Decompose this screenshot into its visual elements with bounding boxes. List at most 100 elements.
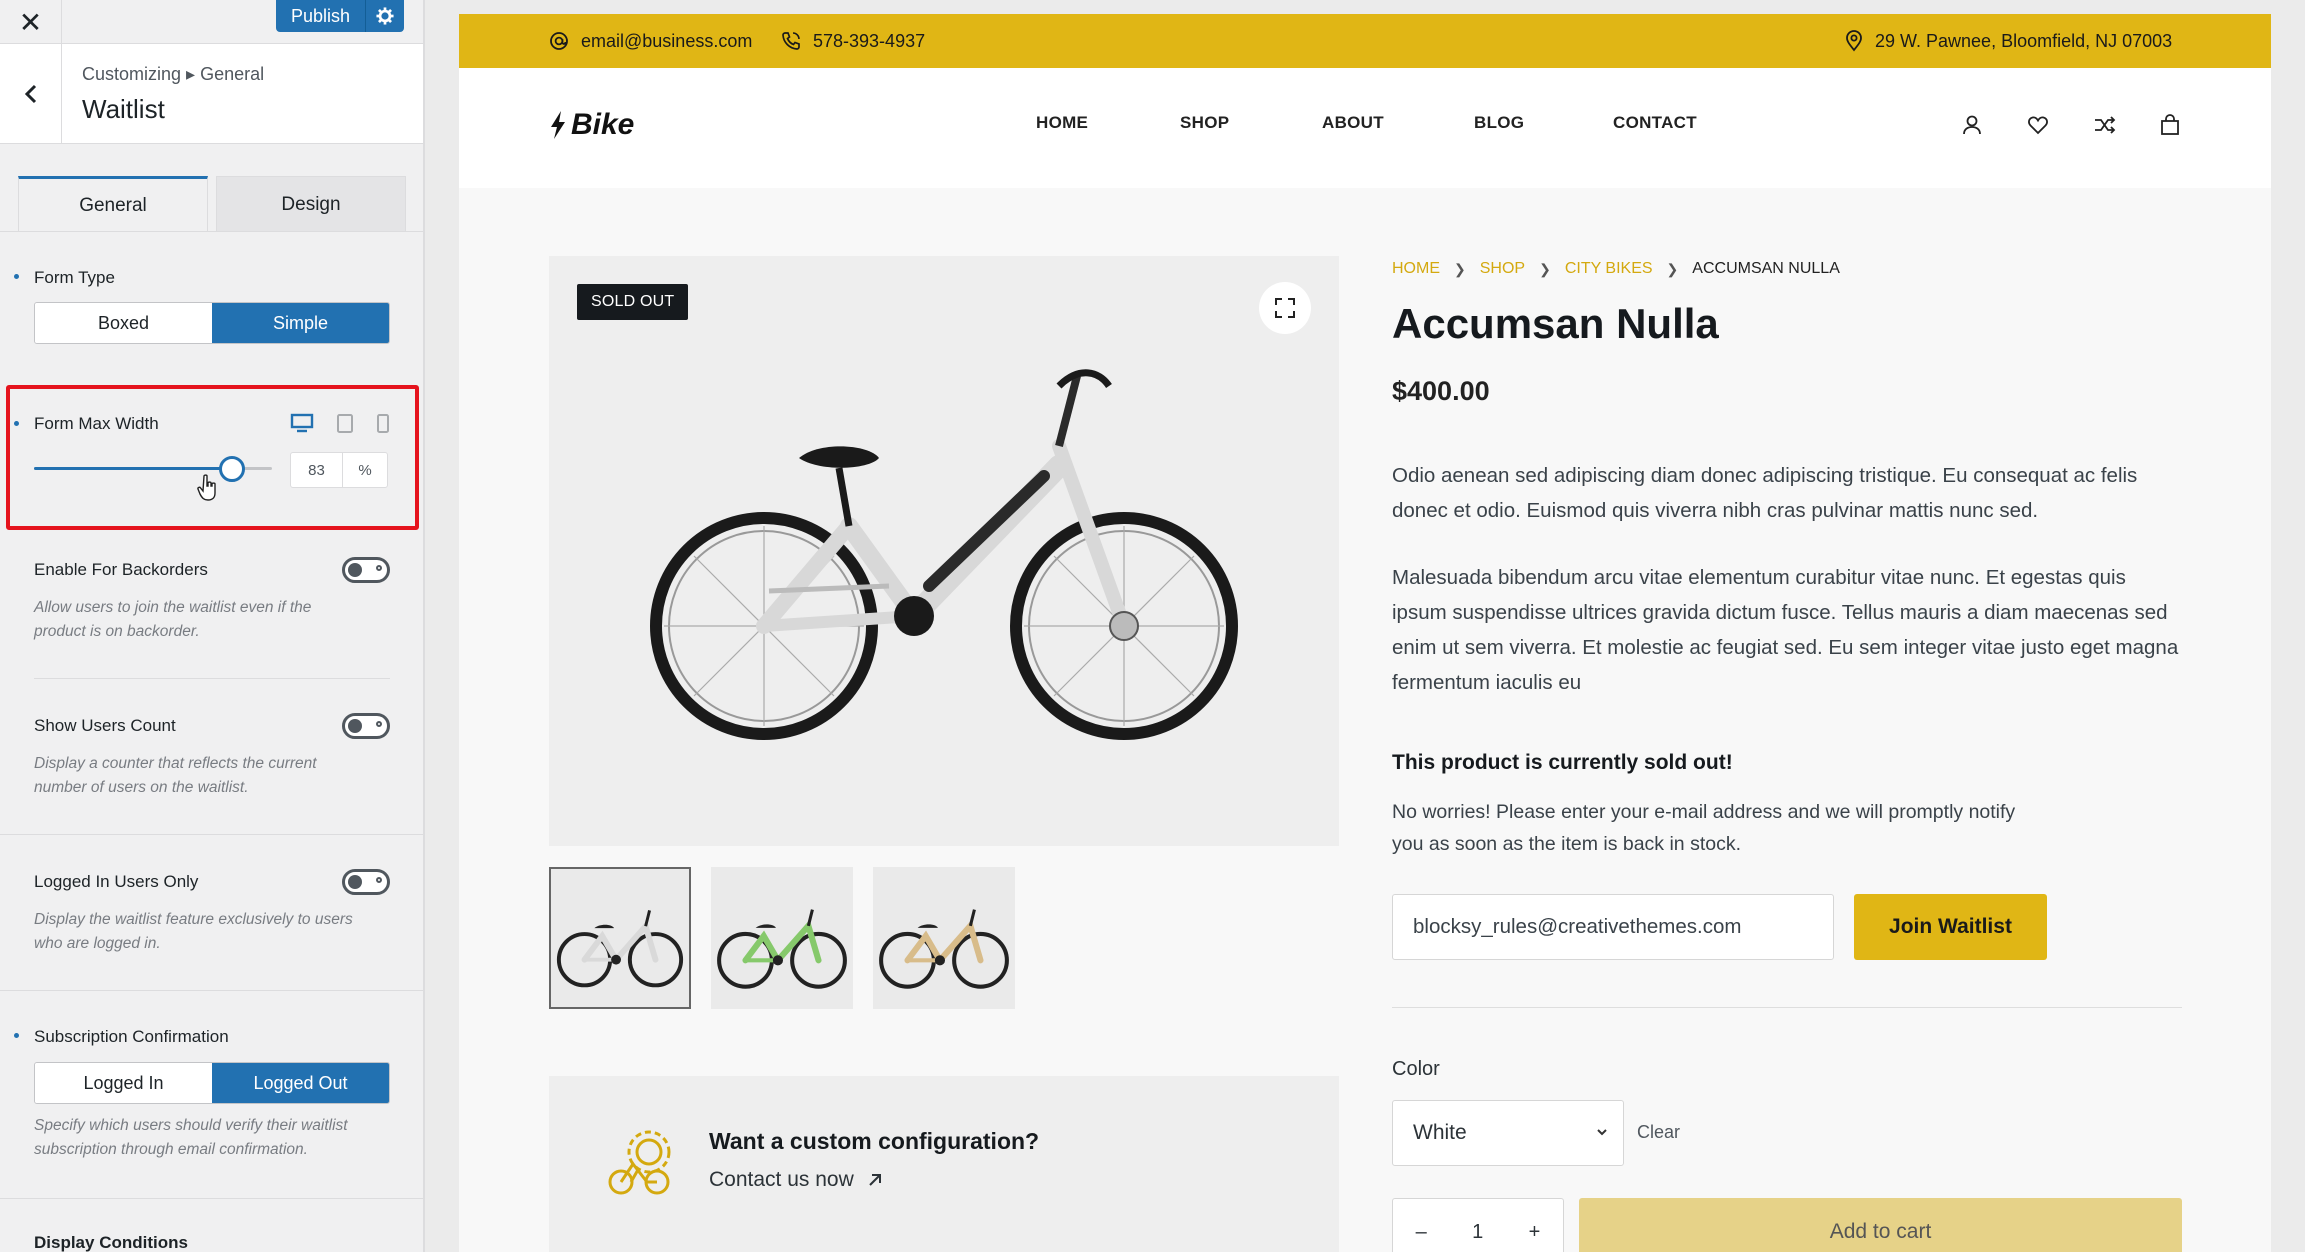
tabs-divider [0, 231, 423, 232]
users-count-description: Display a counter that reflects the curr… [34, 755, 317, 796]
publish-button[interactable]: Publish [276, 0, 404, 32]
site-logo[interactable]: Bike [549, 108, 634, 142]
add-to-cart-button[interactable]: Add to cart [1579, 1198, 2182, 1252]
customizer-topbar: ✕ Publish [0, 0, 423, 44]
users-count-toggle[interactable] [342, 713, 390, 739]
phone-icon [782, 32, 800, 50]
breadcrumb-current: ACCUMSAN NULLA [1692, 260, 1840, 277]
highlight-box [6, 385, 419, 530]
backorders-label: Enable For Backorders [34, 560, 208, 579]
heart-icon[interactable] [2027, 114, 2049, 136]
backorders-toggle[interactable] [342, 557, 390, 583]
nav-contact[interactable]: CONTACT [1613, 113, 1697, 133]
divider [34, 678, 390, 679]
contact-us-link[interactable]: Contact us now [709, 1168, 882, 1192]
customizer-sidebar: ✕ Publish Customizing ▸ General Waitlist… [0, 0, 425, 1252]
custom-config-promo: Want a custom configuration? Contact us … [549, 1076, 1339, 1252]
top-bar: email@business.com 578-393-4937 29 W. Pa… [459, 14, 2271, 68]
product-thumbnail[interactable] [873, 867, 1015, 1009]
hand-cursor-icon [197, 474, 216, 501]
topbar-address: 29 W. Pawnee, Bloomfield, NJ 07003 [1845, 14, 2172, 68]
divider [0, 834, 423, 835]
quantity-value[interactable]: 1 [1472, 1221, 1483, 1244]
nav-about[interactable]: ABOUT [1322, 113, 1384, 133]
site-logo-text[interactable]: Bike [571, 108, 634, 142]
sold-out-note: No worries! Please enter your e-mail add… [1392, 801, 2016, 855]
back-icon[interactable] [0, 44, 62, 144]
subscription-description: Specify which users should verify their … [34, 1117, 348, 1158]
product-price: $400.00 [1392, 376, 1490, 406]
expand-icon[interactable] [1259, 282, 1311, 334]
topbar-phone-text[interactable]: 578-393-4937 [813, 31, 925, 52]
location-pin-icon [1846, 30, 1862, 52]
breadcrumb-home[interactable]: HOME [1392, 260, 1440, 278]
topbar-address-text: 29 W. Pawnee, Bloomfield, NJ 07003 [1875, 30, 2173, 51]
topbar-email[interactable]: email@business.com [549, 14, 752, 68]
breadcrumb-chevron-icon: ❯ [1454, 260, 1466, 277]
breadcrumb-category[interactable]: CITY BIKES [1565, 260, 1653, 278]
bicycle-image [650, 369, 1238, 740]
shopping-bag-icon[interactable] [2159, 114, 2181, 136]
compare-icon[interactable] [2093, 114, 2117, 136]
quantity-plus-button[interactable]: + [1529, 1221, 1541, 1244]
tab-design[interactable]: Design [216, 176, 406, 232]
breadcrumb-chevron-icon: ❯ [1539, 260, 1551, 277]
topbar-email-text[interactable]: email@business.com [581, 31, 752, 52]
lightning-bolt-icon [551, 111, 565, 139]
bike-gear-icon [608, 1130, 671, 1195]
form-type-label: Form Type [34, 268, 115, 287]
logged-in-only-description: Display the waitlist feature exclusively… [34, 911, 353, 952]
backorders-description: Allow users to join the waitlist even if… [34, 599, 312, 640]
breadcrumb-shop[interactable]: SHOP [1480, 260, 1525, 278]
modified-indicator [14, 1033, 19, 1038]
subscription-logged-out-option[interactable]: Logged Out [212, 1063, 389, 1103]
publish-label[interactable]: Publish [276, 0, 366, 32]
divider [1392, 1007, 2182, 1008]
at-icon [550, 32, 568, 50]
product-main-image[interactable]: SOLD OUT [549, 256, 1339, 846]
promo-title: Want a custom configuration? [709, 1128, 1040, 1154]
form-type-segmented: Boxed Simple [34, 302, 390, 344]
divider [0, 990, 423, 991]
logged-in-only-label: Logged In Users Only [34, 872, 199, 891]
sold-out-badge: SOLD OUT [577, 284, 689, 320]
users-count-label: Show Users Count [34, 716, 176, 735]
nav-blog[interactable]: BLOG [1474, 113, 1524, 133]
product-thumbnail[interactable] [549, 867, 691, 1009]
topbar-phone[interactable]: 578-393-4937 [781, 14, 925, 68]
tab-general[interactable]: General [18, 176, 208, 232]
gear-icon[interactable] [366, 0, 404, 32]
site-preview: email@business.com 578-393-4937 29 W. Pa… [459, 14, 2271, 1252]
display-conditions-label[interactable]: Display Conditions [34, 1233, 188, 1252]
sold-out-heading: This product is currently sold out! [1392, 751, 1733, 774]
subscription-logged-in-option[interactable]: Logged In [35, 1063, 212, 1103]
nav-shop[interactable]: SHOP [1180, 113, 1229, 133]
panel-title: Waitlist [82, 94, 165, 124]
quantity-minus-button[interactable]: – [1416, 1221, 1427, 1244]
product-thumbnail[interactable] [711, 867, 853, 1009]
product-description-2: Malesuada bibendum arcu vitae elementum … [1392, 566, 2179, 694]
contact-us-text[interactable]: Contact us now [709, 1168, 854, 1192]
divider [0, 1198, 423, 1199]
panel-header: Customizing ▸ General Waitlist [0, 44, 423, 144]
logged-in-only-toggle[interactable] [342, 869, 390, 895]
quantity-stepper[interactable]: – 1 + [1392, 1198, 1564, 1252]
product-description-1: Odio aenean sed adipiscing diam donec ad… [1392, 464, 2138, 522]
user-icon[interactable] [1961, 114, 1983, 136]
join-waitlist-button[interactable]: Join Waitlist [1854, 894, 2047, 960]
product-title: Accumsan Nulla [1392, 300, 1719, 347]
panel-tabs: General Design [18, 176, 406, 232]
form-type-boxed-option[interactable]: Boxed [35, 303, 212, 343]
nav-home[interactable]: HOME [1036, 113, 1088, 133]
color-select[interactable]: White [1392, 1100, 1624, 1166]
waitlist-email-input[interactable]: blocksy_rules@creativethemes.com [1392, 894, 1834, 960]
arrow-up-right-icon [869, 1174, 881, 1186]
close-icon[interactable]: ✕ [0, 0, 62, 44]
form-type-simple-option[interactable]: Simple [212, 303, 389, 343]
product-breadcrumb: HOME ❯ SHOP ❯ CITY BIKES ❯ ACCUMSAN NULL… [1392, 260, 1840, 278]
color-select-value[interactable]: White [1413, 1121, 1467, 1145]
clear-link[interactable]: Clear [1637, 1122, 1680, 1143]
panel-breadcrumb: Customizing ▸ General [82, 64, 265, 84]
modified-indicator [14, 274, 19, 279]
subscription-label: Subscription Confirmation [34, 1027, 229, 1046]
